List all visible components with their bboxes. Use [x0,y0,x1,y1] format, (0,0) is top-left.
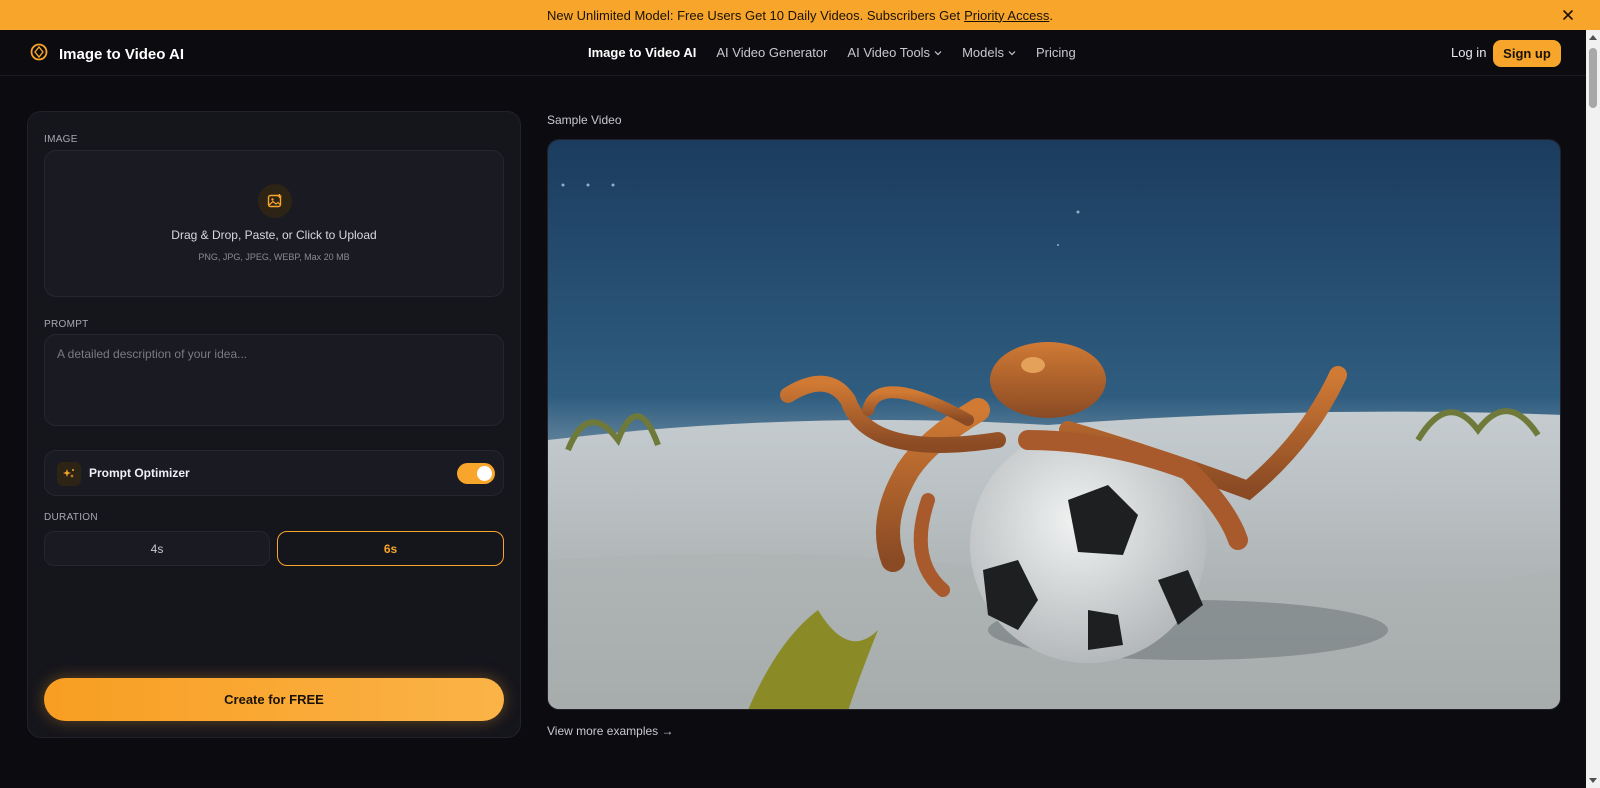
signup-button[interactable]: Sign up [1493,40,1561,67]
view-more-examples-link[interactable]: View more examples → [547,724,674,738]
nav-ai-video-generator[interactable]: AI Video Generator [716,45,827,60]
duration-label: DURATION [44,512,98,523]
nav-label: Image to Video AI [588,45,697,60]
login-link[interactable]: Log in [1451,45,1486,60]
prompt-input[interactable] [44,334,504,426]
site-header: Image to Video AI Image to Video AI AI V… [0,30,1586,76]
nav-models[interactable]: Models [962,45,1016,60]
banner-suffix: . [1049,7,1053,23]
logo[interactable]: Image to Video AI [29,42,184,67]
generator-panel: IMAGE Drag & Drop, Paste, or Click to Up… [27,111,521,738]
aperture-icon [29,42,49,67]
upload-formats: PNG, JPG, JPEG, WEBP, Max 20 MB [198,252,350,262]
nav-label: Models [962,45,1004,60]
announcement-banner: New Unlimited Model: Free Users Get 10 D… [0,0,1600,30]
sample-video-player[interactable] [547,139,1561,710]
image-plus-icon [258,184,292,218]
nav-label: AI Video Generator [716,45,828,60]
banner-text: New Unlimited Model: Free Users Get 10 D… [547,7,961,23]
chevron-down-icon [1008,50,1016,55]
nav-image-to-video[interactable]: Image to Video AI [588,45,696,60]
logo-text: Image to Video AI [59,46,185,63]
prompt-optimizer-label: Prompt Optimizer [89,466,190,480]
close-icon[interactable] [1560,7,1576,23]
nav-ai-video-tools[interactable]: AI Video Tools [847,45,942,60]
main-nav: Image to Video AI AI Video Generator AI … [588,45,1076,60]
prompt-optimizer-row: Prompt Optimizer [44,450,504,496]
priority-access-link[interactable]: Priority Access [964,8,1049,23]
image-label: IMAGE [44,134,78,145]
prompt-label: PROMPT [44,319,89,330]
prompt-optimizer-toggle[interactable] [457,463,495,484]
image-upload-dropzone[interactable]: Drag & Drop, Paste, or Click to Upload P… [44,150,504,297]
duration-4s-button[interactable]: 4s [44,531,270,566]
chevron-down-icon [934,50,942,55]
scroll-thumb[interactable] [1589,48,1597,108]
upload-title: Drag & Drop, Paste, or Click to Upload [171,228,377,242]
nav-pricing[interactable]: Pricing [1036,45,1076,60]
duration-6s-button[interactable]: 6s [277,531,504,566]
create-button[interactable]: Create for FREE [44,678,504,721]
sample-video-frame [548,140,1560,709]
sample-video-label: Sample Video [547,113,622,127]
toggle-knob [477,466,492,481]
nav-label: Pricing [1035,45,1076,60]
page-scrollbar[interactable] [1586,30,1600,788]
nav-label: AI Video Tools [847,45,931,60]
sparkles-icon [57,462,81,486]
scroll-down-arrow[interactable] [1589,778,1597,783]
scroll-up-arrow[interactable] [1589,35,1597,40]
